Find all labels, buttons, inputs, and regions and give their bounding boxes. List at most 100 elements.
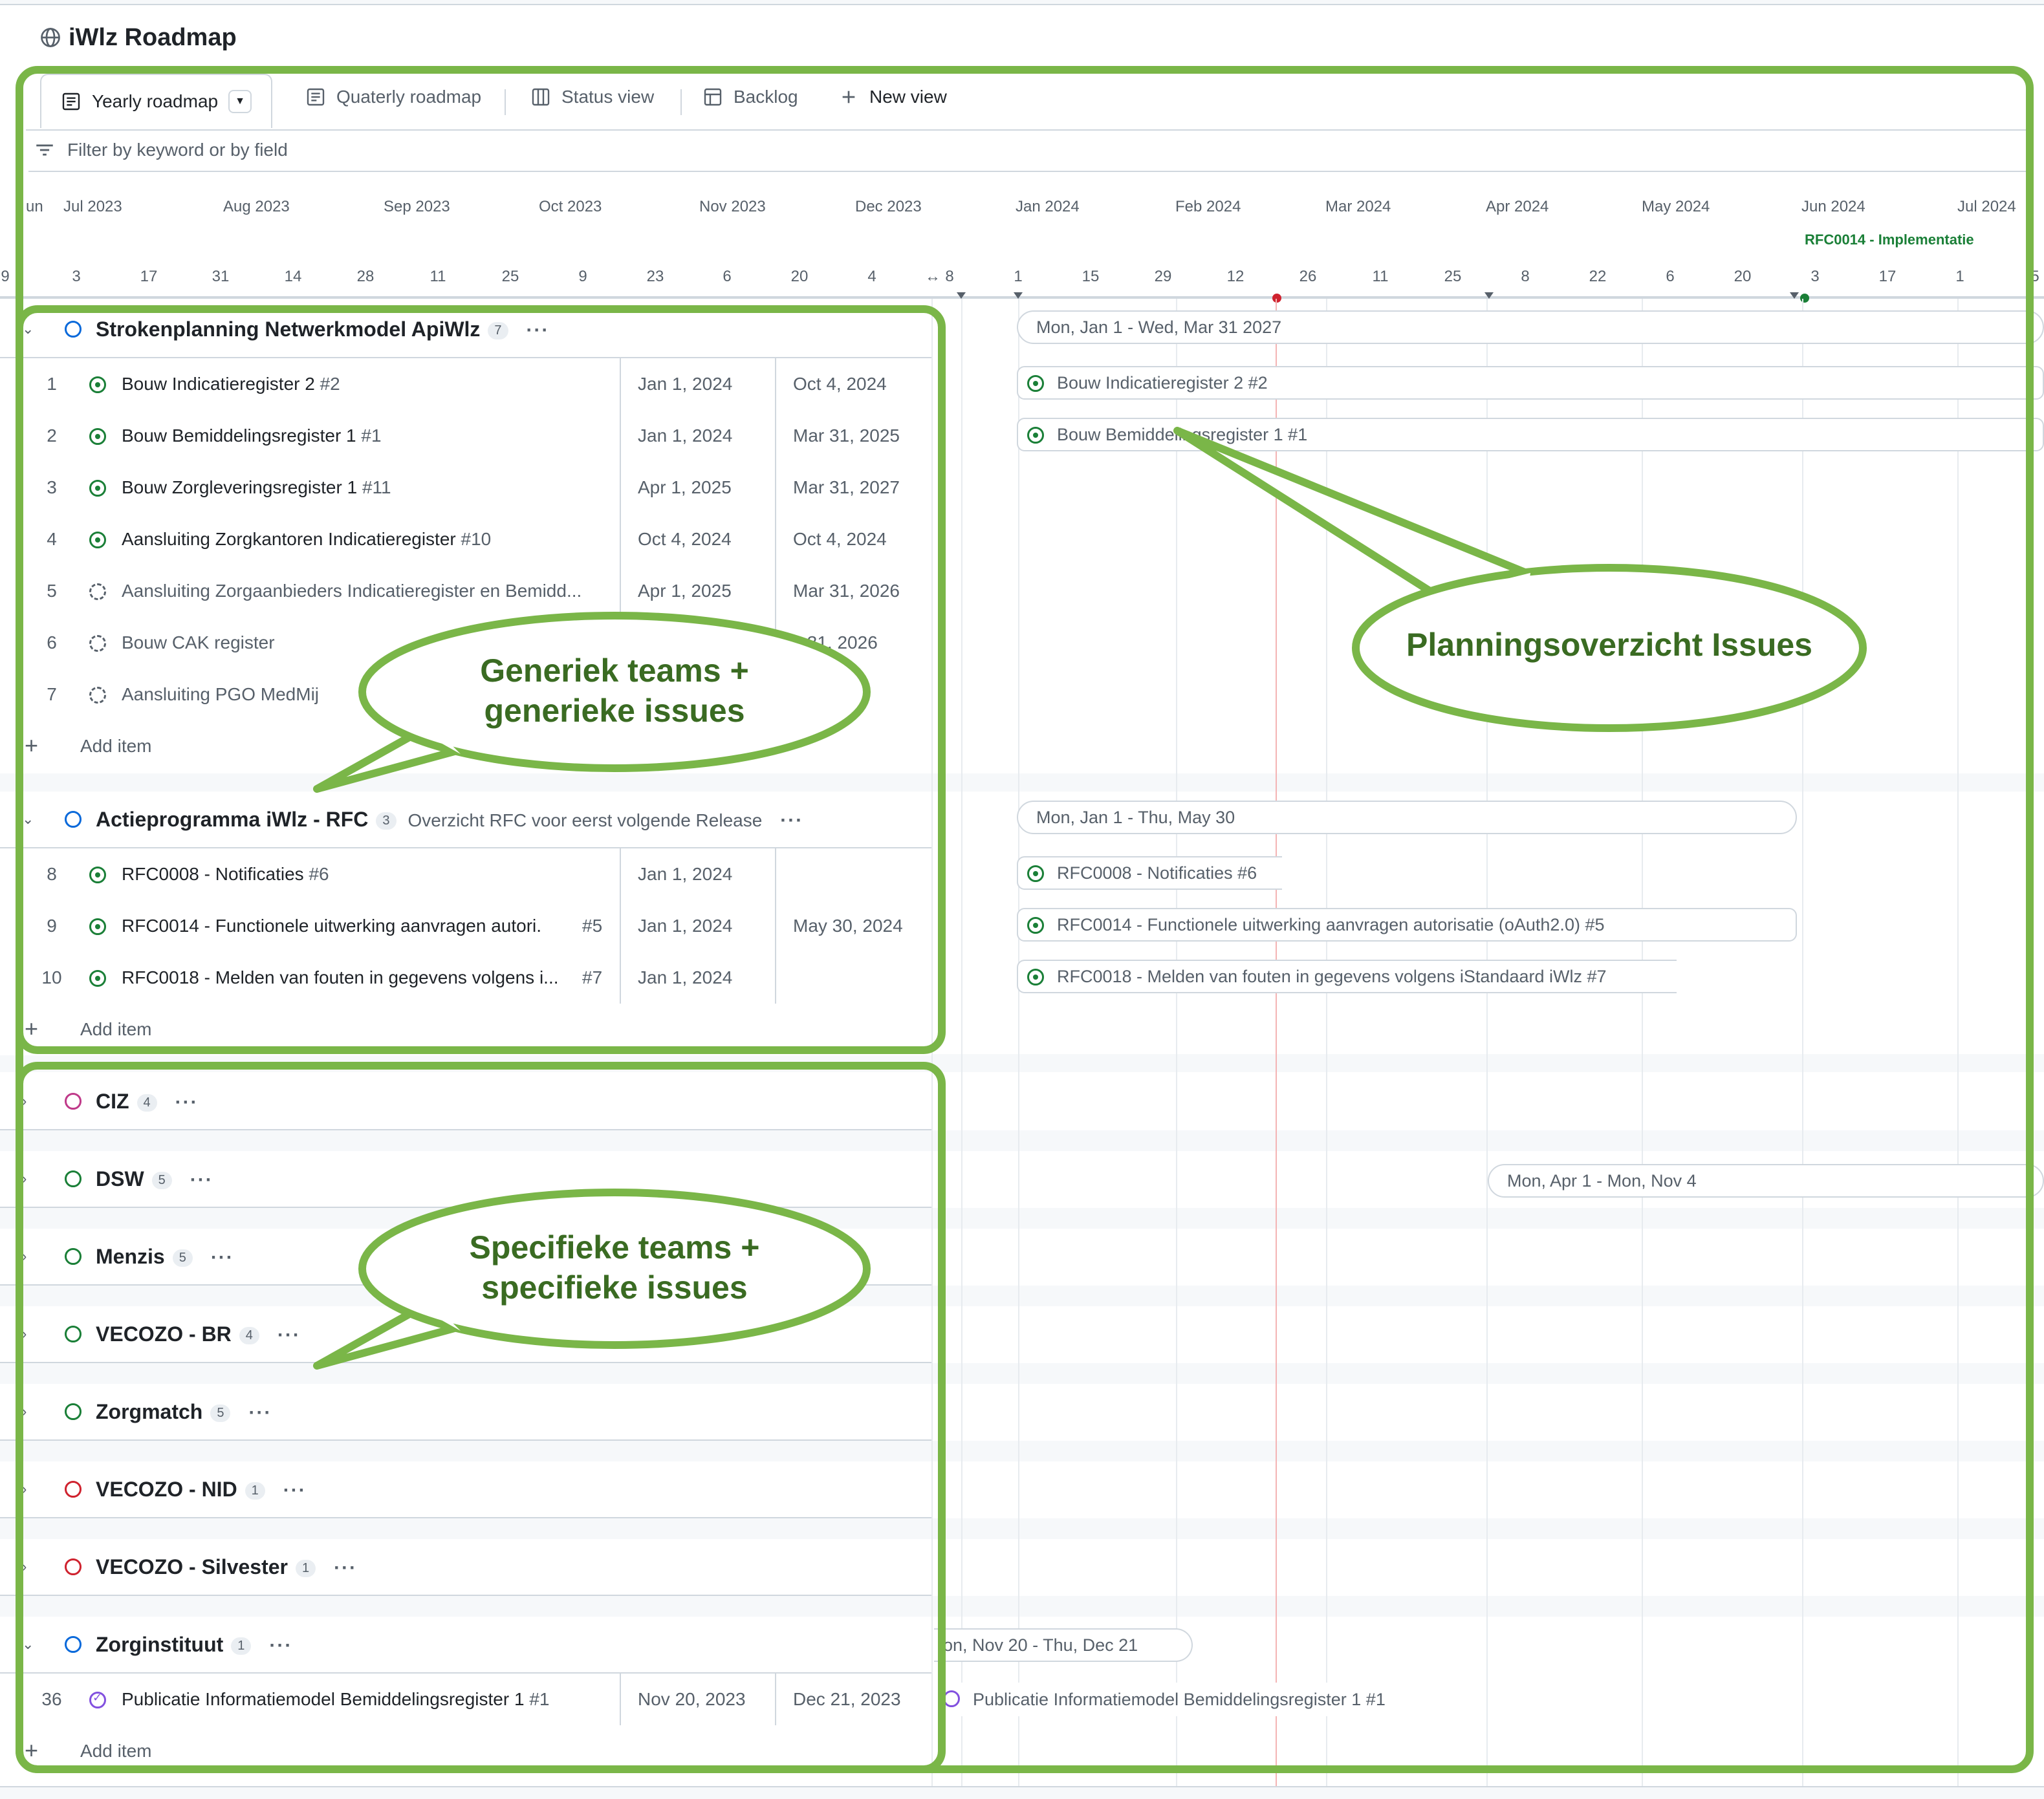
tab-options-dropdown[interactable]: ▼	[228, 90, 252, 113]
more-options-icon[interactable]: ···	[277, 1324, 301, 1346]
end-date-cell[interactable]: Dec 21, 2023	[775, 1674, 931, 1725]
new-view-button[interactable]: New view	[838, 75, 947, 119]
issue-title-text[interactable]: Bouw Bemiddelingsregister 1	[122, 426, 356, 446]
group-header-vecozo-br[interactable]: › VECOZO - BR 4 ···	[0, 1306, 931, 1363]
end-date-cell[interactable]: May 30, 2024	[775, 900, 931, 952]
group-header-dsw[interactable]: › DSW 5 ···	[0, 1151, 931, 1208]
more-options-icon[interactable]: ···	[527, 319, 550, 341]
table-row[interactable]: 4 Aansluiting Zorgkantoren Indicatieregi…	[0, 513, 931, 566]
start-date-cell[interactable]: Jan 1, 2024	[620, 952, 775, 1004]
issue-timeline-bar[interactable]: RFC0018 - Melden van fouten in gegevens …	[1017, 960, 1677, 993]
issue-timeline-bar[interactable]: Publicatie Informatiemodel Bemiddelingsr…	[934, 1683, 1477, 1716]
chevron-down-icon[interactable]: ⌄	[22, 321, 34, 338]
group-header-vecozo-silvester[interactable]: › VECOZO - Silvester 1 ···	[0, 1539, 931, 1596]
start-date-cell[interactable]: Jan 1, 2024	[620, 410, 775, 462]
issue-title[interactable]: Publicatie Informatiemodel Bemiddelingsr…	[122, 1689, 613, 1710]
issue-title-text[interactable]: Aansluiting Zorgaanbieders Indicatieregi…	[122, 581, 582, 601]
chevron-right-icon[interactable]: ›	[22, 1481, 27, 1498]
table-row[interactable]: 3 Bouw Zorgleveringsregister 1 #11 Apr 1…	[0, 462, 931, 515]
issue-title-text[interactable]: Bouw Zorgleveringsregister 1	[122, 477, 357, 497]
issue-timeline-bar[interactable]: RFC0014 - Functionele uitwerking aanvrag…	[1017, 908, 1797, 942]
start-date-cell[interactable]: Apr 1, 2025	[620, 565, 775, 617]
end-date-cell[interactable]: Oct 4, 2024	[775, 513, 931, 565]
table-row[interactable]: 1 Bouw Indicatieregister 2 #2 Jan 1, 202…	[0, 358, 931, 411]
pane-divider[interactable]	[931, 299, 933, 1786]
issue-title-text[interactable]: Aansluiting PGO MedMij	[122, 684, 319, 704]
more-options-icon[interactable]: ···	[780, 810, 803, 831]
group-header-strokenplanning[interactable]: ⌄ Strokenplanning Netwerkmodel ApiWlz 7 ··…	[0, 301, 931, 358]
chevron-right-icon[interactable]: ›	[22, 1558, 27, 1575]
start-date-cell[interactable]: Apr 1, 2025	[620, 462, 775, 513]
chevron-down-icon[interactable]: ⌄	[22, 1636, 34, 1653]
issue-title-text[interactable]: RFC0014 - Functionele uitwerking aanvrag…	[122, 916, 542, 936]
group-header-zorginstituut[interactable]: ⌄ Zorginstituut 1 ···	[0, 1617, 931, 1674]
more-options-icon[interactable]: ···	[248, 1402, 272, 1423]
group-header-vecozo-nid[interactable]: › VECOZO - NID 1 ···	[0, 1461, 931, 1518]
start-date-cell[interactable]: Jan 1, 2024	[620, 900, 775, 952]
group-header-actieprogramma[interactable]: ⌄ Actieprogramma iWlz - RFC 3 Overzicht RF…	[0, 792, 931, 848]
issue-title[interactable]: Aansluiting Zorgaanbieders Indicatieregi…	[122, 581, 613, 601]
issue-title[interactable]: RFC0018 - Melden van fouten in gegevens …	[122, 967, 574, 988]
chevron-right-icon[interactable]: ›	[22, 1403, 27, 1420]
group-date-range-bar[interactable]: Mon, Jan 1 - Wed, Mar 31 2027	[1017, 310, 2044, 344]
table-row[interactable]: 9 RFC0014 - Functionele uitwerking aanvr…	[0, 900, 931, 953]
add-item-button[interactable]: + Add item	[0, 1004, 931, 1055]
more-options-icon[interactable]: ···	[175, 1092, 199, 1113]
tab-status-view[interactable]: Status view	[530, 75, 654, 119]
more-options-icon[interactable]: ···	[334, 1557, 357, 1578]
end-date-cell[interactable]: Mar 31, 2027	[775, 462, 931, 513]
end-date-cell[interactable]	[775, 952, 931, 1004]
table-row[interactable]: 36 Publicatie Informatiemodel Bemiddelin…	[0, 1674, 931, 1727]
issue-timeline-bar[interactable]: Bouw Bemiddelingsregister 1 #1	[1017, 418, 2044, 451]
chevron-right-icon[interactable]: ›	[22, 1093, 27, 1110]
issue-timeline-bar[interactable]: Bouw Indicatieregister 2 #2	[1017, 366, 2044, 400]
issue-title[interactable]: Bouw Zorgleveringsregister 1 #11	[122, 477, 613, 498]
start-date-cell[interactable]: Oct 4, 2024	[620, 513, 775, 565]
add-item-label[interactable]: Add item	[80, 1741, 152, 1761]
more-options-icon[interactable]: ···	[283, 1480, 307, 1501]
table-row[interactable]: 5 Aansluiting Zorgaanbieders Indicatiere…	[0, 565, 931, 618]
issue-title-text[interactable]: Bouw Indicatieregister 2	[122, 374, 315, 394]
group-header-zorgmatch[interactable]: › Zorgmatch 5 ···	[0, 1384, 931, 1441]
issue-title[interactable]: Aansluiting Zorgkantoren Indicatieregist…	[122, 529, 613, 550]
add-item-button[interactable]: + Add item	[0, 1725, 931, 1777]
issue-title[interactable]: RFC0008 - Notificaties #6	[122, 864, 613, 885]
issue-title-text[interactable]: RFC0018 - Melden van fouten in gegevens …	[122, 967, 559, 987]
more-options-icon[interactable]: ···	[211, 1247, 234, 1268]
tab-quaterly-roadmap[interactable]: Quaterly roadmap	[305, 75, 481, 119]
start-date-cell[interactable]: Jan 1, 2024	[620, 848, 775, 900]
start-date-cell[interactable]: Jan 1, 2024	[620, 358, 775, 410]
chevron-down-icon[interactable]: ⌄	[22, 811, 34, 828]
more-options-icon[interactable]: ···	[190, 1169, 213, 1190]
chevron-right-icon[interactable]: ›	[22, 1170, 27, 1187]
chevron-right-icon[interactable]: ›	[22, 1326, 27, 1342]
group-date-range-bar[interactable]: Mon, Apr 1 - Mon, Nov 4	[1488, 1164, 2044, 1198]
issue-title[interactable]: Bouw Bemiddelingsregister 1 #1	[122, 426, 613, 446]
group-header-ciz[interactable]: › CIZ 4 ···	[0, 1073, 931, 1130]
table-row[interactable]: 8 RFC0008 - Notificaties #6 Jan 1, 2024	[0, 848, 931, 901]
issue-title[interactable]: Bouw Indicatieregister 2 #2	[122, 374, 613, 394]
tab-backlog[interactable]: Backlog	[702, 75, 798, 119]
end-date-cell[interactable]: Mar 31, 2026	[775, 565, 931, 617]
issue-title-text[interactable]: Aansluiting Zorgkantoren Indicatieregist…	[122, 529, 456, 549]
end-date-cell[interactable]: Mar 31, 2025	[775, 410, 931, 462]
end-date-cell[interactable]: Oct 4, 2024	[775, 358, 931, 410]
issue-title-text[interactable]: Bouw CAK register	[122, 632, 275, 652]
filter-bar[interactable]: Filter by keyword or by field	[28, 129, 2032, 172]
chevron-right-icon[interactable]: ›	[22, 1248, 27, 1265]
more-options-icon[interactable]: ···	[269, 1635, 292, 1656]
issue-title-text[interactable]: RFC0008 - Notificaties	[122, 864, 304, 884]
add-item-label[interactable]: Add item	[80, 736, 152, 757]
start-date-cell[interactable]: Nov 20, 2023	[620, 1674, 775, 1725]
issue-title-text[interactable]: Publicatie Informatiemodel Bemiddelingsr…	[122, 1689, 525, 1709]
group-date-range-bar[interactable]: on, Nov 20 - Thu, Dec 21	[934, 1628, 1193, 1662]
table-row[interactable]: 10 RFC0018 - Melden van fouten in gegeve…	[0, 952, 931, 1005]
group-date-range-bar[interactable]: Mon, Jan 1 - Thu, May 30	[1017, 801, 1797, 834]
add-item-label[interactable]: Add item	[80, 1019, 152, 1040]
end-date-cell[interactable]	[775, 848, 931, 900]
resize-handle-icon[interactable]: ↔	[925, 268, 940, 286]
issue-timeline-bar[interactable]: RFC0008 - Notificaties #6	[1017, 856, 1282, 890]
filter-input[interactable]: Filter by keyword or by field	[67, 140, 288, 160]
table-row[interactable]: 2 Bouw Bemiddelingsregister 1 #1 Jan 1, …	[0, 410, 931, 463]
issue-title[interactable]: RFC0014 - Functionele uitwerking aanvrag…	[122, 916, 542, 936]
